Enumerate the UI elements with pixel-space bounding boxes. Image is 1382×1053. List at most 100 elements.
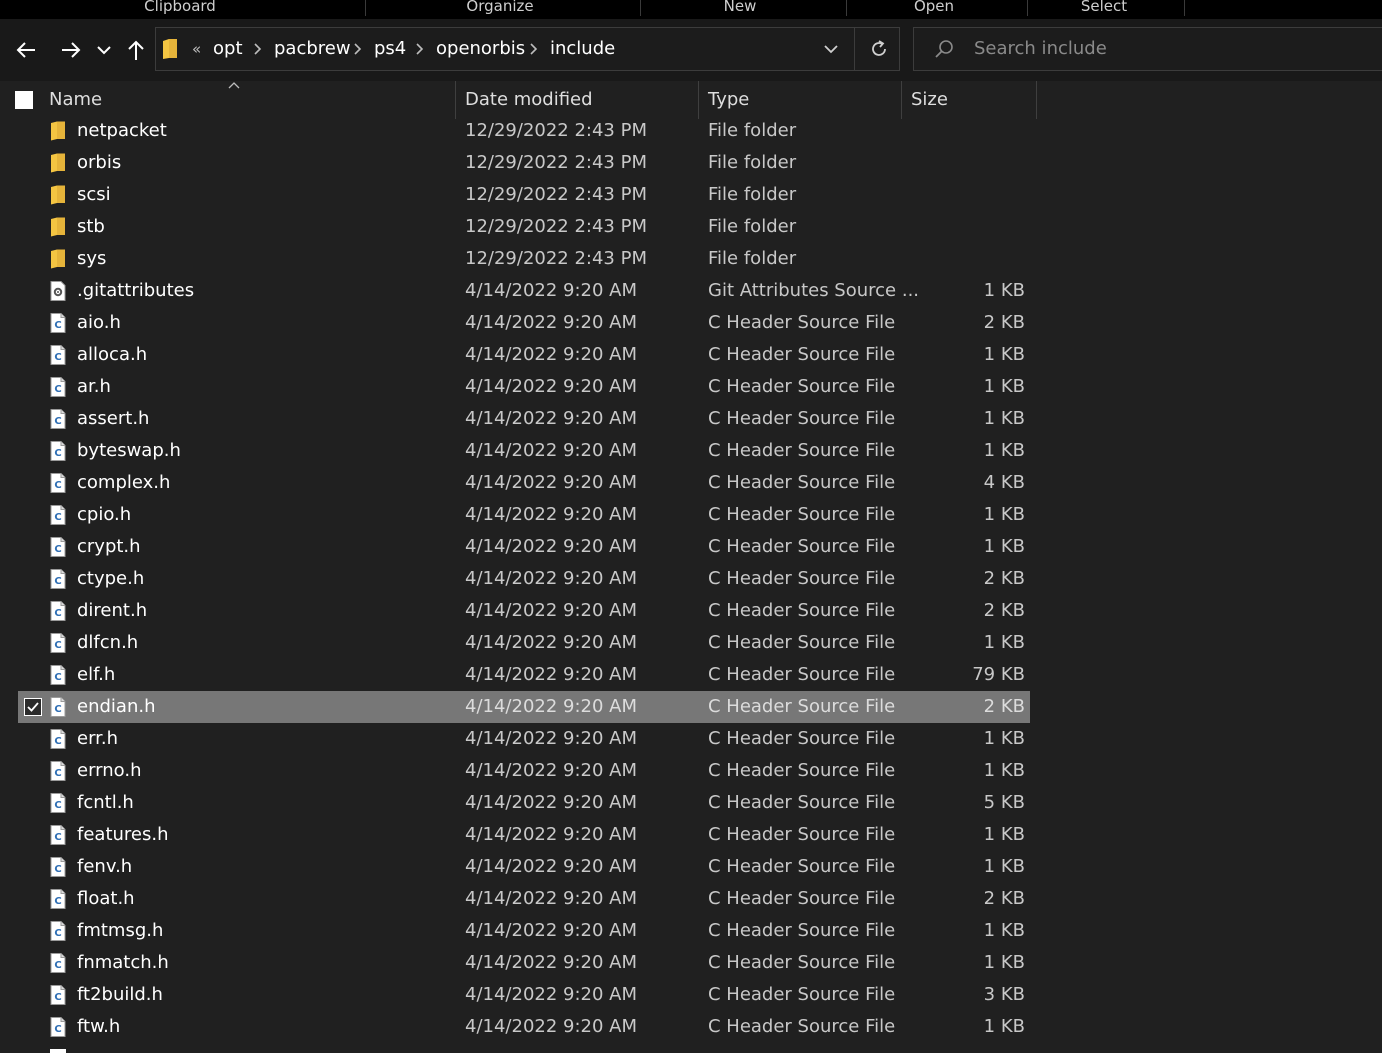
file-row[interactable]: Cfnmatch.h 4/14/2022 9:20 AM C Header Sour…: [18, 947, 1030, 979]
file-row[interactable]: sys 12/29/2022 2:43 PM File folder: [18, 243, 1030, 275]
file-size: 2 KB: [983, 568, 1025, 589]
file-type: C Header Source File: [708, 472, 896, 493]
file-row[interactable]: stb 12/29/2022 2:43 PM File folder: [18, 211, 1030, 243]
file-row[interactable]: Ccpio.h 4/14/2022 9:20 AM C Header Source …: [18, 499, 1030, 531]
file-type: C Header Source File: [708, 856, 896, 877]
column-header-type[interactable]: Type: [708, 89, 749, 110]
file-row[interactable]: Cctype.h 4/14/2022 9:20 AM C Header Source…: [18, 563, 1030, 595]
file-name: ar.h: [77, 376, 111, 397]
ribbon-group-open[interactable]: Open: [894, 0, 974, 18]
svg-text:C: C: [54, 384, 61, 395]
file-row[interactable]: netpacket 12/29/2022 2:43 PM File folder: [18, 115, 1030, 147]
row-checkbox[interactable]: [24, 698, 42, 716]
file-size: 4 KB: [983, 472, 1025, 493]
breadcrumb-pacbrew[interactable]: pacbrew: [274, 28, 351, 70]
svg-text:C: C: [54, 320, 61, 331]
file-type: C Header Source File: [708, 440, 896, 461]
file-row[interactable]: Celf.h 4/14/2022 9:20 AM C Header Source F…: [18, 659, 1030, 691]
up-button[interactable]: [121, 35, 151, 65]
file-row[interactable]: Car.h 4/14/2022 9:20 AM C Header Source Fi…: [18, 371, 1030, 403]
path-overflow-button[interactable]: «: [192, 28, 201, 70]
file-row[interactable]: Cfmtmsg.h 4/14/2022 9:20 AM C Header Sourc…: [18, 915, 1030, 947]
c-file-icon: C: [50, 473, 66, 493]
file-row[interactable]: Ccomplex.h 4/14/2022 9:20 AM C Header Sour…: [18, 467, 1030, 499]
column-resize-handle[interactable]: [455, 81, 456, 119]
file-type: C Header Source File: [708, 920, 896, 941]
search-input[interactable]: Search include: [974, 28, 1107, 70]
file-row[interactable]: Cfeatures.h 4/14/2022 9:20 AM C Header Sou…: [18, 819, 1030, 851]
file-row[interactable]: Cendian.h 4/14/2022 9:20 AM C Header Sourc…: [18, 691, 1030, 723]
chevron-right-icon[interactable]: [253, 43, 263, 55]
breadcrumb-openorbis[interactable]: openorbis: [436, 28, 525, 70]
ribbon-group-select[interactable]: Select: [1064, 0, 1144, 18]
file-row[interactable]: orbis 12/29/2022 2:43 PM File folder: [18, 147, 1030, 179]
file-type: C Header Source File: [708, 1016, 896, 1037]
c-file-icon: C: [50, 825, 66, 845]
file-row[interactable]: Cerr.h 4/14/2022 9:20 AM C Header Source F…: [18, 723, 1030, 755]
file-date: 12/29/2022 2:43 PM: [465, 216, 647, 237]
ribbon-group-clipboard[interactable]: Clipboard: [120, 0, 240, 18]
file-date: 4/14/2022 9:20 AM: [465, 408, 638, 429]
file-row[interactable]: Cbyteswap.h 4/14/2022 9:20 AM C Header Sou…: [18, 435, 1030, 467]
file-row[interactable]: Cdirent.h 4/14/2022 9:20 AM C Header Sourc…: [18, 595, 1030, 627]
file-row[interactable]: Cassert.h 4/14/2022 9:20 AM C Header Sourc…: [18, 403, 1030, 435]
back-button[interactable]: [11, 35, 41, 65]
file-row[interactable]: Cft2build.h 4/14/2022 9:20 AM C Header Sou…: [18, 979, 1030, 1011]
breadcrumb-include[interactable]: include: [550, 28, 615, 70]
chevron-down-icon: [824, 45, 838, 54]
file-row[interactable]: .gitattributes 4/14/2022 9:20 AM Git Attri…: [18, 275, 1030, 307]
file-type: File folder: [708, 152, 797, 173]
column-header-name[interactable]: Name: [49, 89, 102, 110]
svg-text:C: C: [54, 672, 61, 683]
file-row[interactable]: Cfloat.h 4/14/2022 9:20 AM C Header Source…: [18, 883, 1030, 915]
chevron-right-icon[interactable]: [415, 43, 425, 55]
ribbon: Clipboard Organize New Open Select: [0, 0, 1382, 19]
file-size: 5 KB: [983, 792, 1025, 813]
file-row[interactable]: Caio.h 4/14/2022 9:20 AM C Header Source F…: [18, 307, 1030, 339]
search-box[interactable]: Search include: [913, 27, 1382, 71]
breadcrumb-ps4[interactable]: ps4: [374, 28, 406, 70]
ribbon-group-organize[interactable]: Organize: [440, 0, 560, 18]
recent-locations-button[interactable]: [90, 35, 118, 65]
refresh-button[interactable]: [860, 28, 898, 70]
svg-text:C: C: [54, 800, 61, 811]
file-type: C Header Source File: [708, 728, 896, 749]
file-row[interactable]: Ccrypt.h 4/14/2022 9:20 AM C Header Source…: [18, 531, 1030, 563]
file-size: 1 KB: [983, 856, 1025, 877]
file-row[interactable]: Calloca.h 4/14/2022 9:20 AM C Header Sourc…: [18, 339, 1030, 371]
file-name: fmtmsg.h: [77, 920, 164, 941]
file-name: scsi: [77, 184, 111, 205]
file-size: 1 KB: [983, 824, 1025, 845]
file-type: C Header Source File: [708, 376, 896, 397]
file-date: 4/14/2022 9:20 AM: [465, 856, 638, 877]
chevron-right-icon[interactable]: [353, 43, 363, 55]
file-type: C Header Source File: [708, 824, 896, 845]
file-date: 4/14/2022 9:20 AM: [465, 664, 638, 685]
column-resize-handle[interactable]: [901, 81, 902, 119]
file-name: netpacket: [77, 120, 167, 141]
c-file-icon: C: [50, 441, 66, 461]
file-row[interactable]: Cerrno.h 4/14/2022 9:20 AM C Header Source…: [18, 755, 1030, 787]
file-row[interactable]: scsi 12/29/2022 2:43 PM File folder: [18, 179, 1030, 211]
forward-button[interactable]: [56, 35, 86, 65]
file-row[interactable]: Cfenv.h 4/14/2022 9:20 AM C Header Source …: [18, 851, 1030, 883]
select-all-checkbox[interactable]: [15, 91, 33, 109]
file-row[interactable]: Cftw.h 4/14/2022 9:20 AM C Header Source F…: [18, 1011, 1030, 1043]
address-bar[interactable]: « opt pacbrew ps4 openorbis include: [155, 27, 900, 71]
file-type: C Header Source File: [708, 664, 896, 685]
c-file-icon: C: [50, 761, 66, 781]
ribbon-group-new[interactable]: New: [700, 0, 780, 18]
column-resize-handle[interactable]: [1036, 81, 1037, 119]
column-header-size[interactable]: Size: [911, 89, 948, 110]
file-size: 1 KB: [983, 728, 1025, 749]
file-row[interactable]: Cfcntl.h 4/14/2022 9:20 AM C Header Source…: [18, 787, 1030, 819]
column-resize-handle[interactable]: [698, 81, 699, 119]
file-date: 4/14/2022 9:20 AM: [465, 792, 638, 813]
address-history-button[interactable]: [816, 28, 846, 70]
folder-icon: [50, 121, 66, 141]
breadcrumb-opt[interactable]: opt: [213, 28, 243, 70]
file-row[interactable]: Cdlfcn.h 4/14/2022 9:20 AM C Header Source…: [18, 627, 1030, 659]
column-header-date[interactable]: Date modified: [465, 89, 593, 110]
file-name: endian.h: [77, 696, 156, 717]
chevron-right-icon[interactable]: [529, 43, 539, 55]
